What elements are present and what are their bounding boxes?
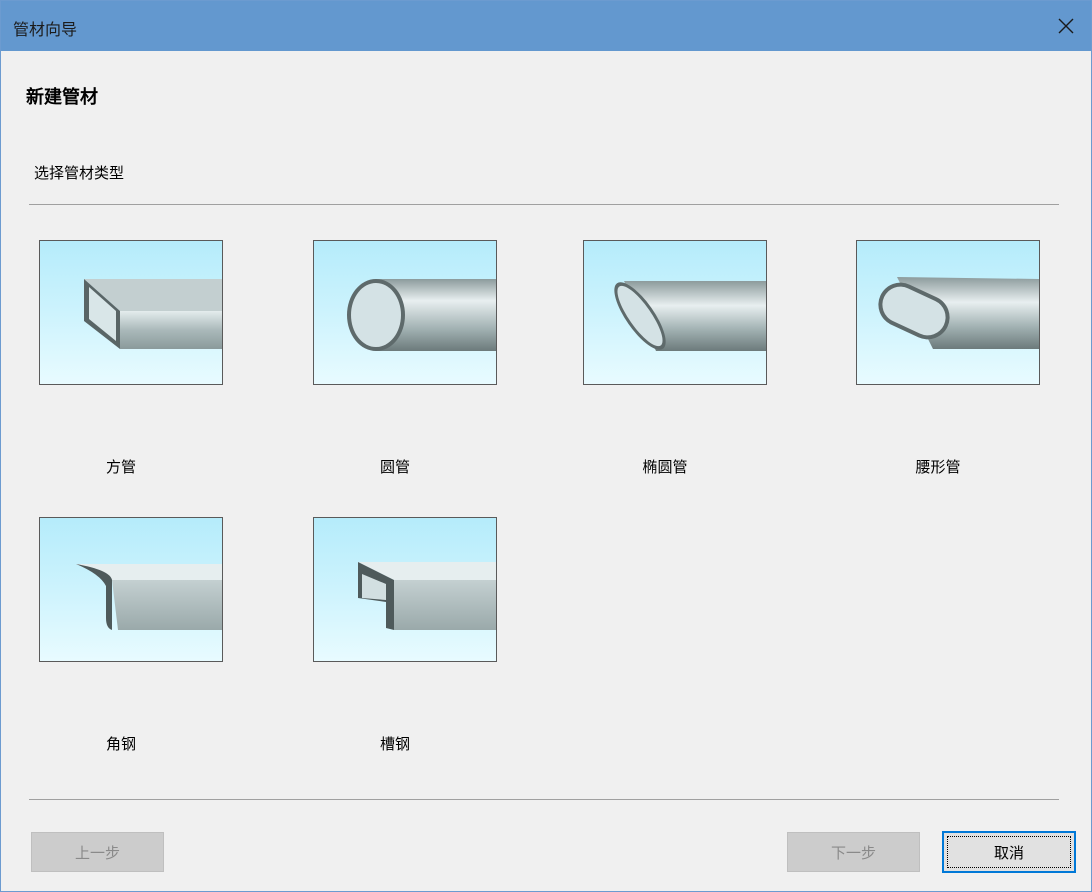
pipe-type-label: 椭圆管 [642,458,688,476]
angle-steel-icon [39,517,223,662]
page-title: 新建管材 [26,87,98,108]
pipe-type-square-tube[interactable] [39,240,223,385]
pipe-type-obround-tube[interactable] [856,240,1040,385]
pipe-wizard-dialog: 管材向导 新建管材 选择管材类型 方管 圆管 椭圆管 腰形管 角钢 槽钢 上一步… [0,0,1092,892]
close-button[interactable] [1041,1,1091,51]
divider [29,204,1059,205]
divider [29,799,1059,800]
pipe-type-channel-steel[interactable] [313,517,497,662]
elliptical-tube-icon [583,240,767,385]
cancel-button[interactable]: 取消 [942,831,1076,873]
window-title: 管材向导 [13,20,78,39]
title-bar[interactable]: 管材向导 [1,1,1091,51]
pipe-type-round-tube[interactable] [313,240,497,385]
pipe-type-elliptical-tube[interactable] [583,240,767,385]
close-icon [1058,18,1074,34]
channel-steel-icon [313,517,497,662]
pipe-type-label: 槽钢 [379,735,410,753]
obround-tube-icon [856,240,1040,385]
prev-button[interactable]: 上一步 [31,832,164,872]
section-subtitle: 选择管材类型 [34,164,125,182]
round-tube-icon [313,240,497,385]
pipe-type-label: 角钢 [105,735,136,753]
pipe-type-label: 圆管 [379,458,410,476]
pipe-type-label: 方管 [105,458,136,476]
pipe-type-angle-steel[interactable] [39,517,223,662]
pipe-type-label: 腰形管 [915,458,961,476]
square-tube-icon [39,240,223,385]
next-button[interactable]: 下一步 [787,832,920,872]
focus-ring [947,836,1071,868]
